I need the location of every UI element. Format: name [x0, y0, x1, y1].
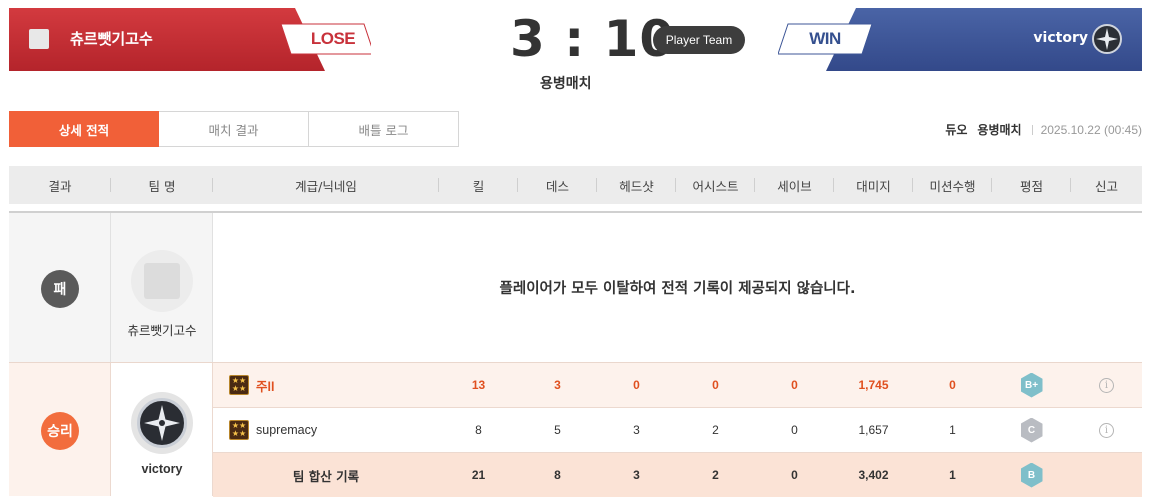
mission-value: 0: [949, 378, 956, 392]
player-row: ★★ ★★ supremacy 8 5 3 2 0 1,657 1 C i: [213, 408, 1142, 452]
winning-team-banner: WIN victory: [778, 8, 1142, 71]
assist-value: 2: [712, 423, 719, 437]
col-death: 데스: [518, 166, 597, 204]
losing-team-label[interactable]: 츄르뺏기고수: [112, 320, 212, 339]
damage-value: 1,745: [858, 378, 889, 392]
tab-match-result[interactable]: 매치 결과: [159, 111, 309, 147]
no-record-message: 플레이어가 모두 이탈하여 전적 기록이 제공되지 않습니다.: [213, 213, 1142, 362]
save-value: 0: [791, 378, 798, 392]
headshot-value: 0: [633, 378, 640, 392]
death-value: 3: [554, 378, 561, 392]
assist-total: 2: [712, 468, 719, 482]
death-value: 5: [554, 423, 561, 437]
grade-cell: B: [992, 453, 1071, 497]
player-nickname-cell[interactable]: ★★ ★★ 주ll: [229, 363, 439, 407]
mission-value: 1: [949, 423, 956, 437]
winning-team-label[interactable]: victory: [112, 462, 212, 476]
player-nickname-cell[interactable]: ★★ ★★ supremacy: [229, 408, 439, 452]
losing-team-banner: 츄르뺏기고수 LOSE: [9, 8, 371, 71]
grade-cell: B+: [992, 363, 1071, 407]
kill-value: 13: [471, 378, 486, 392]
match-type: 듀오: [945, 123, 968, 137]
tab-battle-log[interactable]: 배틀 로그: [309, 111, 459, 147]
match-info: 듀오 용병매치 2025.10.22 (00:45): [935, 121, 1142, 138]
rank-star-icon: ★★ ★★: [229, 375, 249, 395]
save-total: 0: [791, 468, 798, 482]
losing-team-block: 패 츄르뺏기고수 플레이어가 모두 이탈하여 전적 기록이 제공되지 않습니다.: [9, 211, 1142, 362]
match-score: 3 : 10: [510, 10, 676, 68]
damage-total: 3,402: [858, 468, 889, 482]
col-report: 신고: [1094, 178, 1118, 194]
report-cell: i: [1071, 363, 1142, 407]
team-total-label: 팀 합산 기록: [292, 468, 360, 484]
team-total-row: 팀 합산 기록 21 8 3 2 0 3,402 1 B: [213, 453, 1142, 497]
report-cell: i: [1071, 408, 1142, 452]
damage-value: 1,657: [858, 423, 889, 437]
col-damage: 대미지: [834, 166, 913, 204]
player-team-badge: Player Team: [653, 26, 745, 54]
kill-value: 8: [475, 423, 482, 437]
col-team-name: 팀 명: [111, 166, 213, 204]
tab-detail-record[interactable]: 상세 전적: [9, 111, 159, 147]
lose-result-tag: LOSE: [310, 29, 356, 48]
compass-star-emblem-icon: [1092, 24, 1122, 54]
winning-team-block: 승리 victory ★★ ★★ 주ll 13 3 0 0 0 1,745 0 B…: [9, 362, 1142, 497]
col-mission: 미션수행: [913, 166, 992, 204]
info-icon[interactable]: i: [1099, 377, 1114, 393]
default-clan-emblem-icon: [131, 250, 193, 312]
losing-team-name[interactable]: 츄르뺏기고수: [70, 28, 153, 49]
col-headshot: 헤드샷: [597, 166, 676, 204]
death-total: 8: [554, 468, 561, 482]
match-mode-title: 용병매치: [540, 76, 592, 92]
match-mode: 용병매치: [977, 123, 1022, 137]
detail-tabs: 상세 전적 매치 결과 배틀 로그: [9, 111, 459, 147]
win-result-tag: WIN: [809, 29, 841, 48]
table-header: 결과 팀 명 계급/닉네임 킬 데스 헤드샷 어시스트 세이브 대미지 미션수행…: [9, 166, 1142, 204]
col-grade: 평점: [992, 166, 1071, 204]
grade-badge: B: [1020, 462, 1043, 488]
headshot-value: 3: [633, 423, 640, 437]
match-date: 2025.10.22 (00:45): [1040, 122, 1142, 137]
grade-cell: C: [992, 408, 1071, 452]
headshot-total: 3: [633, 468, 640, 482]
info-icon[interactable]: i: [1099, 422, 1114, 438]
col-assist: 어시스트: [676, 166, 755, 204]
info-divider: [1031, 124, 1033, 135]
col-save: 세이브: [755, 166, 834, 204]
player-row: ★★ ★★ 주ll 13 3 0 0 0 1,745 0 B+ i: [213, 363, 1142, 407]
losing-team-emblem-icon: [29, 29, 49, 49]
victory-badge: 승리: [41, 412, 79, 450]
mission-total: 1: [949, 468, 956, 482]
compass-star-emblem-icon: [131, 392, 193, 454]
col-result: 결과: [9, 166, 111, 204]
rank-star-icon: ★★ ★★: [229, 420, 249, 440]
defeat-badge: 패: [41, 270, 79, 308]
assist-value: 0: [712, 378, 719, 392]
winning-team-name[interactable]: victory: [1033, 30, 1088, 46]
col-rank-nickname: 계급/닉네임: [213, 166, 439, 204]
save-value: 0: [791, 423, 798, 437]
kill-total: 21: [471, 468, 486, 482]
grade-badge: C: [1020, 417, 1043, 443]
grade-badge: B+: [1020, 372, 1043, 398]
col-kill: 킬: [439, 166, 518, 204]
